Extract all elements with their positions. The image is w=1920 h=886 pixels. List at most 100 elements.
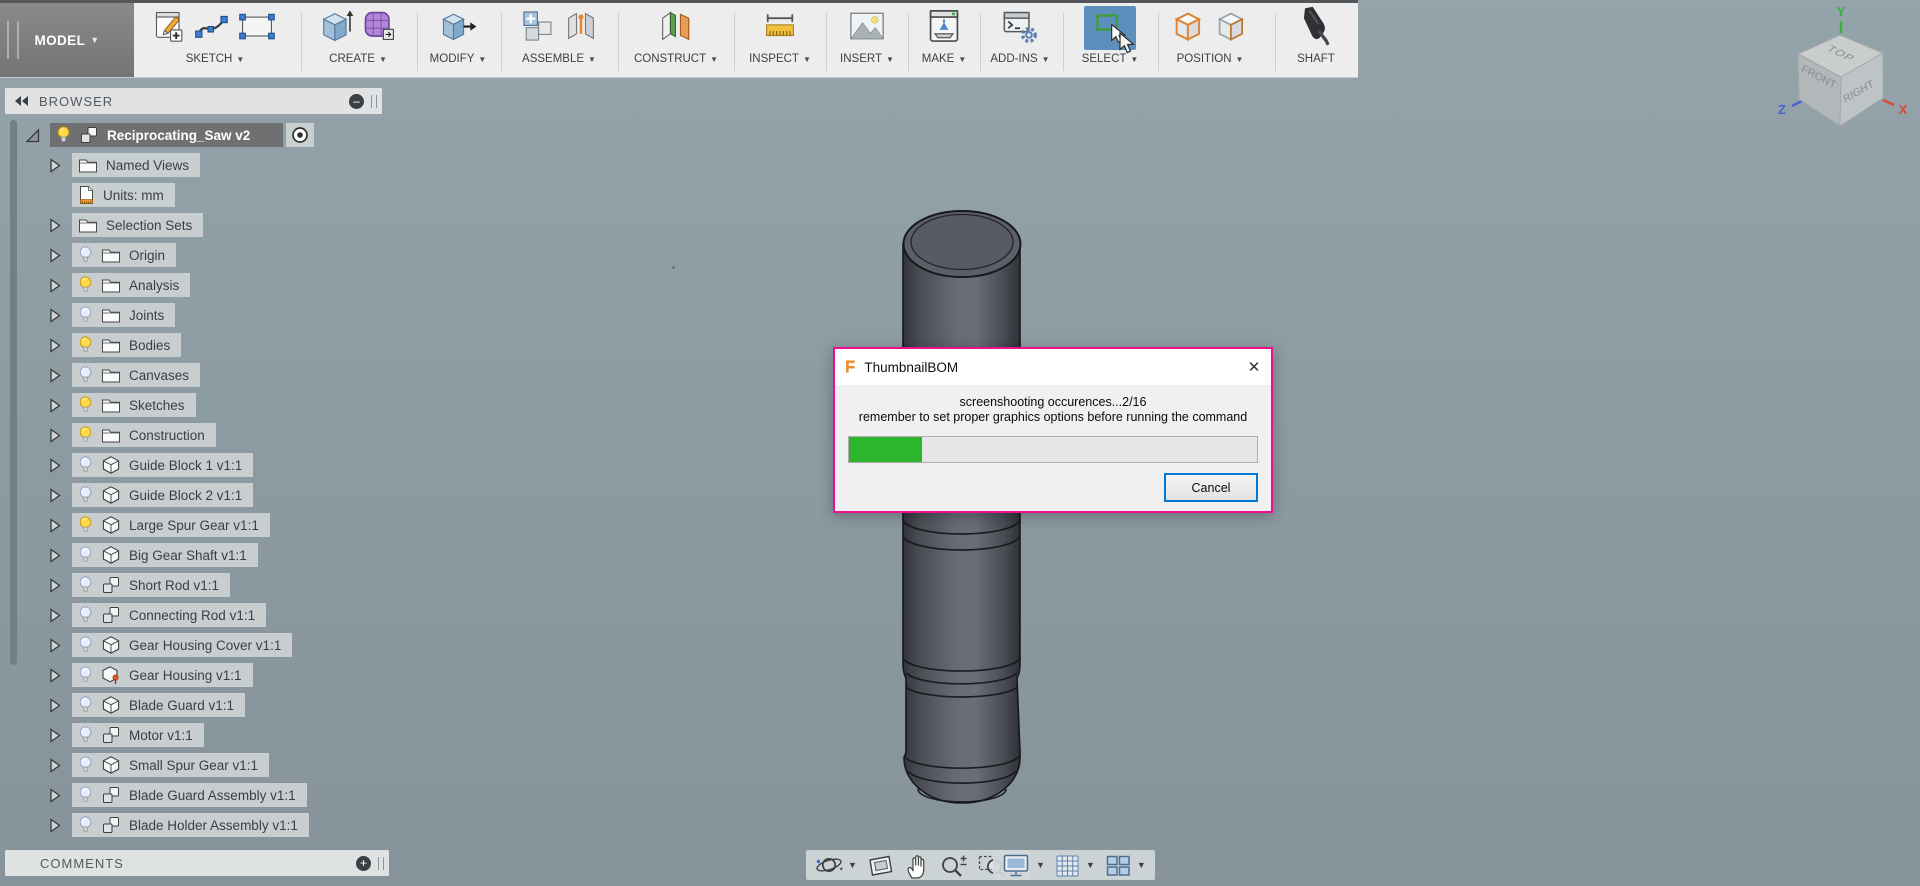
visibility-bulb-icon[interactable] xyxy=(78,666,93,684)
grid-display-icon[interactable] xyxy=(1054,852,1081,879)
expand-arrow-icon[interactable] xyxy=(48,457,62,479)
toolbar-group-shaft[interactable]: SHAFT xyxy=(1277,3,1355,77)
display-settings-icon[interactable] xyxy=(1002,851,1031,879)
expand-arrow-icon[interactable] xyxy=(48,517,62,539)
folder-icon[interactable] xyxy=(78,217,98,234)
assembly-icon[interactable] xyxy=(101,725,121,745)
visibility-bulb-icon[interactable] xyxy=(78,246,93,264)
component-icon[interactable] xyxy=(101,515,121,535)
visibility-bulb-icon[interactable] xyxy=(78,516,93,534)
expand-arrow-icon[interactable] xyxy=(48,547,62,569)
expand-arrow-icon[interactable] xyxy=(48,427,62,449)
folder-icon[interactable] xyxy=(101,427,121,444)
tree-item-pill[interactable]: Joints xyxy=(72,303,175,327)
look-at-icon[interactable] xyxy=(866,852,894,879)
tree-item-pill[interactable]: Analysis xyxy=(72,273,190,297)
tree-item-pill[interactable]: Named Views xyxy=(72,153,200,177)
visibility-bulb-icon[interactable] xyxy=(78,336,93,354)
expand-arrow-icon[interactable] xyxy=(48,697,62,719)
visibility-bulb-icon[interactable] xyxy=(78,396,93,414)
visibility-bulb-icon[interactable] xyxy=(78,426,93,444)
toolbar-group-construct[interactable]: CONSTRUCT▼ xyxy=(620,3,732,77)
joint-icon[interactable] xyxy=(563,8,599,49)
chevron-down-icon[interactable]: ▼ xyxy=(1036,860,1045,870)
panel-grip[interactable] xyxy=(378,857,384,870)
viewcube[interactable]: Y Z X TOP FRONT RIGHT xyxy=(1770,2,1920,142)
tree-item-pill[interactable]: Sketches xyxy=(72,393,196,417)
make-3d-print-icon[interactable] xyxy=(925,7,963,50)
assembly-icon[interactable] xyxy=(79,125,99,145)
toolbar-group-inspect[interactable]: INSPECT▼ xyxy=(736,3,824,77)
visibility-bulb-icon[interactable] xyxy=(78,486,93,504)
expand-arrow-icon[interactable] xyxy=(48,787,62,809)
cancel-button[interactable]: Cancel xyxy=(1164,473,1258,502)
folder-icon[interactable] xyxy=(101,397,121,414)
component-icon[interactable] xyxy=(101,635,121,655)
visibility-bulb-icon[interactable] xyxy=(78,276,93,294)
expand-arrow-icon[interactable] xyxy=(48,667,62,689)
tree-item-pill[interactable]: Connecting Rod v1:1 xyxy=(72,603,266,627)
construct-plane-icon[interactable] xyxy=(656,7,696,50)
measure-icon[interactable] xyxy=(761,8,799,49)
close-icon[interactable]: ✕ xyxy=(1237,349,1271,385)
expand-arrow-icon[interactable] xyxy=(48,757,62,779)
component-icon[interactable] xyxy=(101,755,121,775)
tree-item-pill[interactable]: Gear Housing Cover v1:1 xyxy=(72,633,292,657)
activate-component-radio[interactable] xyxy=(286,123,314,147)
tree-item-pill[interactable]: Blade Guard Assembly v1:1 xyxy=(72,783,307,807)
pan-icon[interactable] xyxy=(903,852,929,879)
viewports-icon[interactable] xyxy=(1104,852,1132,879)
tree-item-pill[interactable]: Guide Block 1 v1:1 xyxy=(72,453,253,477)
expand-arrow-icon[interactable] xyxy=(48,247,62,269)
document-ruler-icon[interactable] xyxy=(78,185,95,205)
toolbar-group-addins[interactable]: ADD-INS▼ xyxy=(982,3,1058,77)
expand-arrow-icon[interactable] xyxy=(48,727,62,749)
visibility-bulb-icon[interactable] xyxy=(78,696,93,714)
visibility-bulb-icon[interactable] xyxy=(56,126,71,144)
visibility-bulb-icon[interactable] xyxy=(78,786,93,804)
comments-bar[interactable]: COMMENTS + xyxy=(5,850,389,876)
zoom-icon[interactable] xyxy=(938,852,968,879)
expand-arrow-icon[interactable] xyxy=(48,577,62,599)
visibility-bulb-icon[interactable] xyxy=(78,546,93,564)
capture-position-icon[interactable] xyxy=(1171,8,1207,49)
tree-item-pill[interactable]: Units: mm xyxy=(72,183,175,207)
tree-item-pill[interactable]: Canvases xyxy=(72,363,200,387)
expand-arrow-icon[interactable] xyxy=(24,127,41,149)
tree-item-pill[interactable]: Small Spur Gear v1:1 xyxy=(72,753,269,777)
folder-icon[interactable] xyxy=(78,157,98,174)
component-pinned-icon[interactable] xyxy=(101,665,121,685)
component-icon[interactable] xyxy=(101,455,121,475)
visibility-bulb-icon[interactable] xyxy=(78,636,93,654)
toolbar-group-insert[interactable]: INSERT▼ xyxy=(828,3,906,77)
folder-icon[interactable] xyxy=(101,367,121,384)
tree-item-pill[interactable]: Blade Guard v1:1 xyxy=(72,693,245,717)
revert-position-icon[interactable] xyxy=(1214,8,1250,49)
assembly-icon[interactable] xyxy=(101,575,121,595)
tree-item-pill[interactable]: Short Rod v1:1 xyxy=(72,573,230,597)
visibility-bulb-icon[interactable] xyxy=(78,816,93,834)
visibility-bulb-icon[interactable] xyxy=(78,456,93,474)
orbit-icon[interactable] xyxy=(815,852,843,879)
tree-item-pill[interactable]: Guide Block 2 v1:1 xyxy=(72,483,253,507)
component-icon[interactable] xyxy=(101,695,121,715)
insert-image-icon[interactable] xyxy=(847,8,887,49)
tree-item-pill[interactable]: Gear Housing v1:1 xyxy=(72,663,253,687)
expand-arrow-icon[interactable] xyxy=(48,277,62,299)
visibility-bulb-icon[interactable] xyxy=(78,576,93,594)
assembly-icon[interactable] xyxy=(101,605,121,625)
expand-arrow-icon[interactable] xyxy=(48,157,62,179)
chevron-down-icon[interactable]: ▼ xyxy=(1137,860,1146,870)
scripts-addins-icon[interactable] xyxy=(1001,7,1039,50)
tree-item-pill[interactable]: Blade Holder Assembly v1:1 xyxy=(72,813,309,837)
toolbar-group-make[interactable]: MAKE▼ xyxy=(910,3,978,77)
toolbar-group-select[interactable]: SELECT▼ xyxy=(1066,3,1154,77)
folder-icon[interactable] xyxy=(101,307,121,324)
expand-arrow-icon[interactable] xyxy=(48,337,62,359)
expand-arrow-icon[interactable] xyxy=(48,637,62,659)
tree-item-pill[interactable]: Big Gear Shaft v1:1 xyxy=(72,543,258,567)
component-icon[interactable] xyxy=(101,485,121,505)
assembly-icon[interactable] xyxy=(101,785,121,805)
component-icon[interactable] xyxy=(101,545,121,565)
tree-item-pill[interactable]: Selection Sets xyxy=(72,213,203,237)
